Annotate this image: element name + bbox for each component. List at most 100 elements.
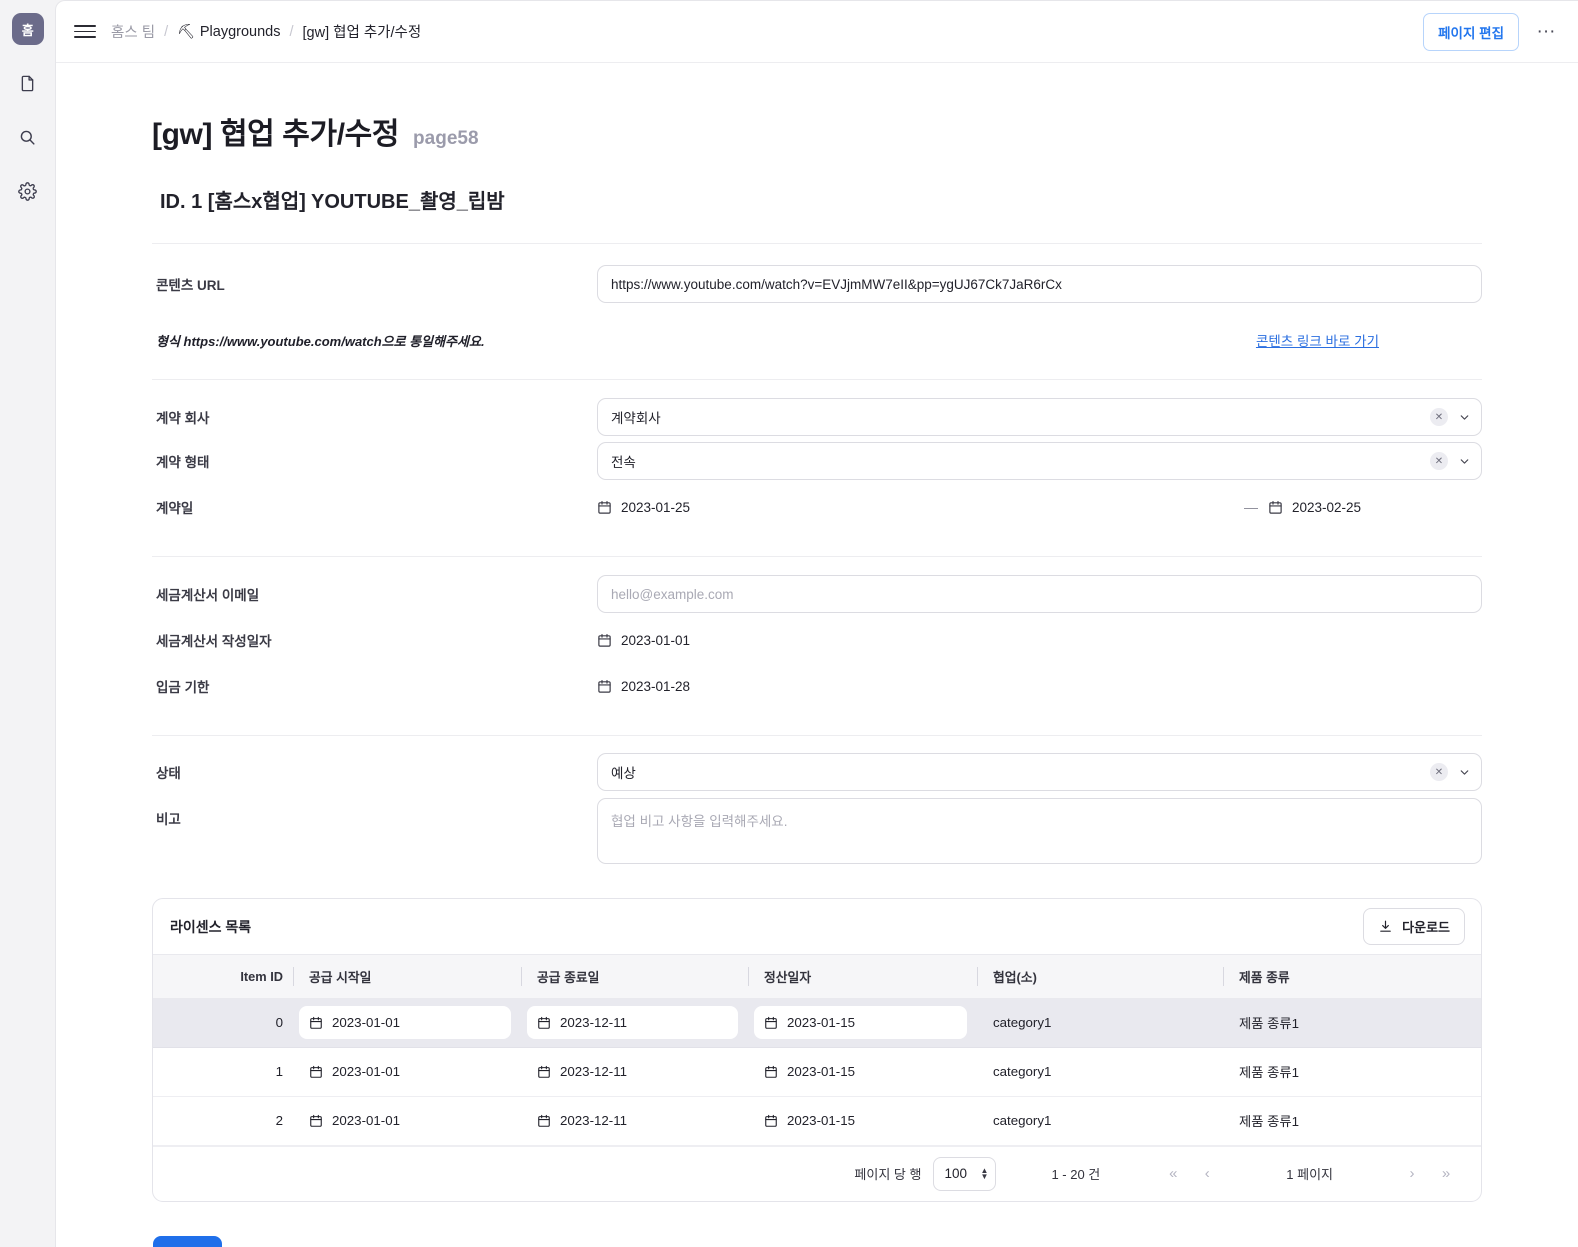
chevron-down-icon[interactable] xyxy=(1458,411,1471,424)
cell-supply-end[interactable]: 2023-12-11 xyxy=(521,1047,748,1096)
clear-icon[interactable]: ✕ xyxy=(1430,452,1448,470)
chevron-down-icon[interactable] xyxy=(1458,766,1471,779)
cell-supply-end-value: 2023-12-11 xyxy=(560,1015,628,1030)
field-row-payment-due: 입금 기한 2023-01-28 xyxy=(152,666,1482,706)
submit-button[interactable]: 수정 xyxy=(153,1235,222,1247)
column-header-settlement-date[interactable]: 정산일자 xyxy=(748,955,977,999)
company-select[interactable]: 계약회사 ✕ xyxy=(597,398,1482,436)
main-surface: 홈스 팀 / ⛏ Playgrounds / [gw] 협업 추가/수정 페이지… xyxy=(55,0,1578,1247)
form-section-contract: 계약 회사 계약회사 ✕ 계약 형태 전속 ✕ 계약일 2023-01-25 —… xyxy=(152,397,1482,527)
divider-1 xyxy=(152,243,1482,244)
column-header-supply-start[interactable]: 공급 시작일 xyxy=(293,955,521,999)
column-header-item-id[interactable]: Item ID xyxy=(153,955,293,999)
hamburger-icon[interactable] xyxy=(72,19,98,45)
content-url-input[interactable] xyxy=(597,265,1482,303)
range-dash: — xyxy=(1244,499,1258,515)
pagination-nav-left: « ‹ xyxy=(1156,1157,1224,1191)
content-link-shortcut[interactable]: 콘텐츠 링크 바로 가기 xyxy=(1256,330,1379,350)
cell-settlement-date[interactable]: 2023-01-15 xyxy=(748,1096,977,1145)
more-options-icon[interactable]: ··· xyxy=(1532,18,1560,46)
license-table-card: 라이센스 목록 다운로드 Item ID 공급 시작일 공급 종료일 정산일자 … xyxy=(152,898,1482,1202)
clear-icon[interactable]: ✕ xyxy=(1430,763,1448,781)
page-edit-button[interactable]: 페이지 편집 xyxy=(1423,12,1519,51)
download-button[interactable]: 다운로드 xyxy=(1363,908,1465,945)
field-row-status: 상태 예상 ✕ xyxy=(152,752,1482,792)
column-header-collab[interactable]: 협업(소) xyxy=(977,955,1223,999)
top-bar: 홈스 팀 / ⛏ Playgrounds / [gw] 협업 추가/수정 페이지… xyxy=(56,1,1578,63)
cell-supply-start-value: 2023-01-01 xyxy=(332,1015,401,1030)
chevron-down-icon[interactable] xyxy=(1458,455,1471,468)
contract-date-end[interactable]: 2023-02-25 xyxy=(1268,500,1482,515)
rows-per-page-value: 100 xyxy=(944,1166,967,1181)
cell-supply-start[interactable]: 2023-01-01 xyxy=(293,1096,521,1145)
cell-supply-start[interactable]: 2023-01-01 xyxy=(293,1047,521,1096)
payment-due-picker[interactable]: 2023-01-28 xyxy=(597,679,690,694)
calendar-icon xyxy=(309,1065,323,1079)
form-section-url: 콘텐츠 URL 형식 https://www.youtube.com/watch… xyxy=(152,264,1482,350)
license-table-header: 라이센스 목록 다운로드 xyxy=(153,899,1481,955)
first-page-button[interactable]: « xyxy=(1156,1157,1190,1191)
next-page-button[interactable]: › xyxy=(1395,1157,1429,1191)
cell-product-type[interactable]: 제품 종류1 xyxy=(1223,1096,1481,1145)
table-row[interactable]: 0 2023-01-01 2023-12-11 2023-01-15 categ… xyxy=(153,998,1481,1047)
table-row[interactable]: 1 2023-01-01 2023-12-11 2023-01-15 categ… xyxy=(153,1047,1481,1096)
field-payment-due: 2023-01-28 xyxy=(597,679,1482,694)
contract-type-select-value: 전속 xyxy=(611,455,636,470)
license-table-body: 0 2023-01-01 2023-12-11 2023-01-15 categ… xyxy=(153,998,1481,1145)
field-contract-type: 전속 ✕ xyxy=(597,442,1482,480)
contract-date-start-value: 2023-01-25 xyxy=(621,499,691,515)
cell-item-id: 0 xyxy=(275,1015,283,1030)
download-button-label: 다운로드 xyxy=(1402,920,1450,935)
cell-collab[interactable]: category1 xyxy=(977,998,1223,1047)
note-textarea[interactable] xyxy=(597,798,1482,864)
field-company: 계약회사 ✕ xyxy=(597,398,1482,436)
contract-type-select[interactable]: 전속 ✕ xyxy=(597,442,1482,480)
rows-per-page-stepper[interactable]: 100 ▲ ▼ xyxy=(933,1156,997,1191)
breadcrumb-workspace[interactable]: ⛏ Playgrounds xyxy=(177,23,280,40)
cell-collab[interactable]: category1 xyxy=(977,1047,1223,1096)
field-row-contract-date: 계약일 2023-01-25 — 2023-02-25 xyxy=(152,487,1482,527)
cell-supply-start[interactable]: 2023-01-01 xyxy=(293,998,521,1047)
record-title: ID. 1 [홈스x협업] YOUTUBE_촬영_립밤 xyxy=(160,191,505,213)
cell-supply-end[interactable]: 2023-12-11 xyxy=(521,1096,748,1145)
cell-supply-end[interactable]: 2023-12-11 xyxy=(521,998,748,1047)
content-url-link-wrap: 콘텐츠 링크 바로 가기 xyxy=(485,330,1482,350)
stepper-arrows-icon[interactable]: ▲ ▼ xyxy=(981,1166,989,1180)
breadcrumb-team[interactable]: 홈스 팀 xyxy=(111,21,155,42)
field-row-content-url: 콘텐츠 URL xyxy=(152,264,1482,304)
field-tax-email xyxy=(597,575,1482,613)
pagination-nav-right: › » xyxy=(1395,1157,1463,1191)
column-header-product-type[interactable]: 제품 종류 xyxy=(1223,955,1481,999)
document-icon[interactable] xyxy=(12,67,44,99)
cell-settlement-date-value: 2023-01-15 xyxy=(787,1113,856,1128)
status-select[interactable]: 예상 ✕ xyxy=(597,753,1482,791)
current-page-label: 1 페이지 xyxy=(1286,1167,1333,1182)
content-url-helper-text: 형식 https://www.youtube.com/watch으로 통일해주세… xyxy=(156,333,485,349)
cell-product-type[interactable]: 제품 종류1 xyxy=(1223,998,1481,1047)
clear-icon[interactable]: ✕ xyxy=(1430,408,1448,426)
calendar-icon xyxy=(537,1114,551,1128)
gear-icon[interactable] xyxy=(12,175,44,207)
cell-settlement-date[interactable]: 2023-01-15 xyxy=(748,998,977,1047)
table-row[interactable]: 2 2023-01-01 2023-12-11 2023-01-15 categ… xyxy=(153,1096,1481,1145)
prev-page-button[interactable]: ‹ xyxy=(1190,1157,1224,1191)
label-status: 상태 xyxy=(156,766,181,781)
cell-settlement-date[interactable]: 2023-01-15 xyxy=(748,1047,977,1096)
search-icon[interactable] xyxy=(12,121,44,153)
form-section-tax: 세금계산서 이메일 세금계산서 작성일자 2023-01-01 xyxy=(152,574,1482,706)
divider-4 xyxy=(152,735,1482,736)
workspace-avatar[interactable]: 홈 xyxy=(11,13,44,45)
cell-product-type[interactable]: 제품 종류1 xyxy=(1223,1047,1481,1096)
content-url-helper-row: 형식 https://www.youtube.com/watch으로 통일해주세… xyxy=(152,330,1482,350)
tax-write-date-picker[interactable]: 2023-01-01 xyxy=(597,633,690,648)
tax-email-input[interactable] xyxy=(597,575,1482,613)
app-root: 홈 홈스 팀 / ⛏ Playgrounds / [gw] 협업 추가/수정 페… xyxy=(0,0,1578,1247)
cell-collab[interactable]: category1 xyxy=(977,1096,1223,1145)
pagination-count: 1 - 20 건 xyxy=(1051,1167,1101,1182)
column-header-supply-end[interactable]: 공급 종료일 xyxy=(521,955,748,999)
label-company: 계약 회사 xyxy=(156,411,210,426)
license-table-head: Item ID 공급 시작일 공급 종료일 정산일자 협업(소) 제품 종류 xyxy=(153,955,1481,999)
last-page-button[interactable]: » xyxy=(1429,1157,1463,1191)
field-row-tax-email: 세금계산서 이메일 xyxy=(152,574,1482,614)
contract-date-start[interactable]: 2023-01-25 xyxy=(597,500,690,515)
